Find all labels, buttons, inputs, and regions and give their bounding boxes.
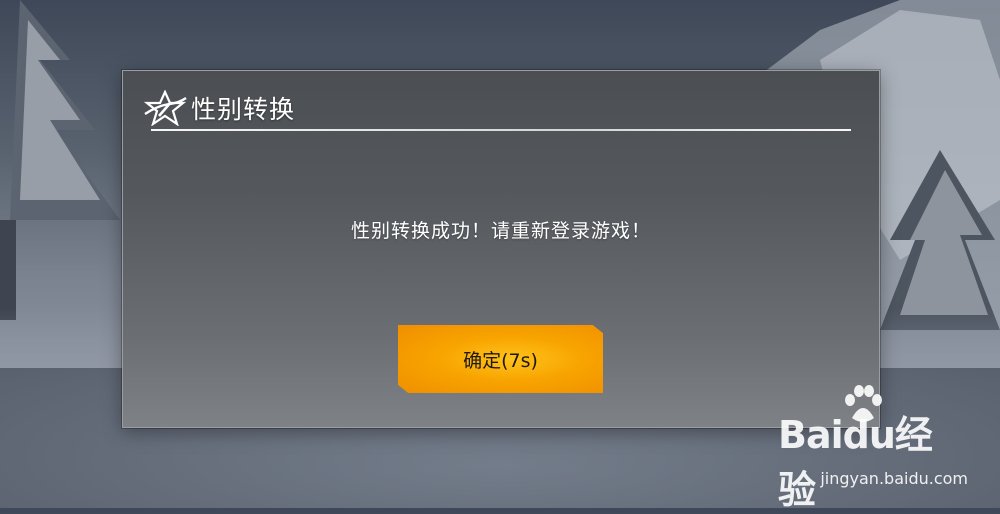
header-divider	[151, 129, 851, 131]
watermark-brand: Baidu经验	[778, 413, 933, 512]
pine-tree-left	[0, 0, 120, 320]
dialog-header: 性别转换	[143, 87, 295, 129]
baidu-watermark: Baidu经验 jingyan.baidu.com	[778, 385, 968, 512]
confirm-button[interactable]: 确定(7s)	[398, 325, 603, 393]
dialog-message: 性别转换成功！请重新登录游戏！	[350, 220, 651, 242]
dialog-title: 性别转换	[191, 95, 296, 124]
gender-change-dialog: 性别转换 性别转换成功！请重新登录游戏！ 确定(7s)	[122, 70, 880, 428]
game-logo-icon	[143, 90, 187, 126]
watermark-url: jingyan.baidu.com	[820, 469, 968, 488]
confirm-button-label: 确定(7s)	[463, 349, 538, 372]
